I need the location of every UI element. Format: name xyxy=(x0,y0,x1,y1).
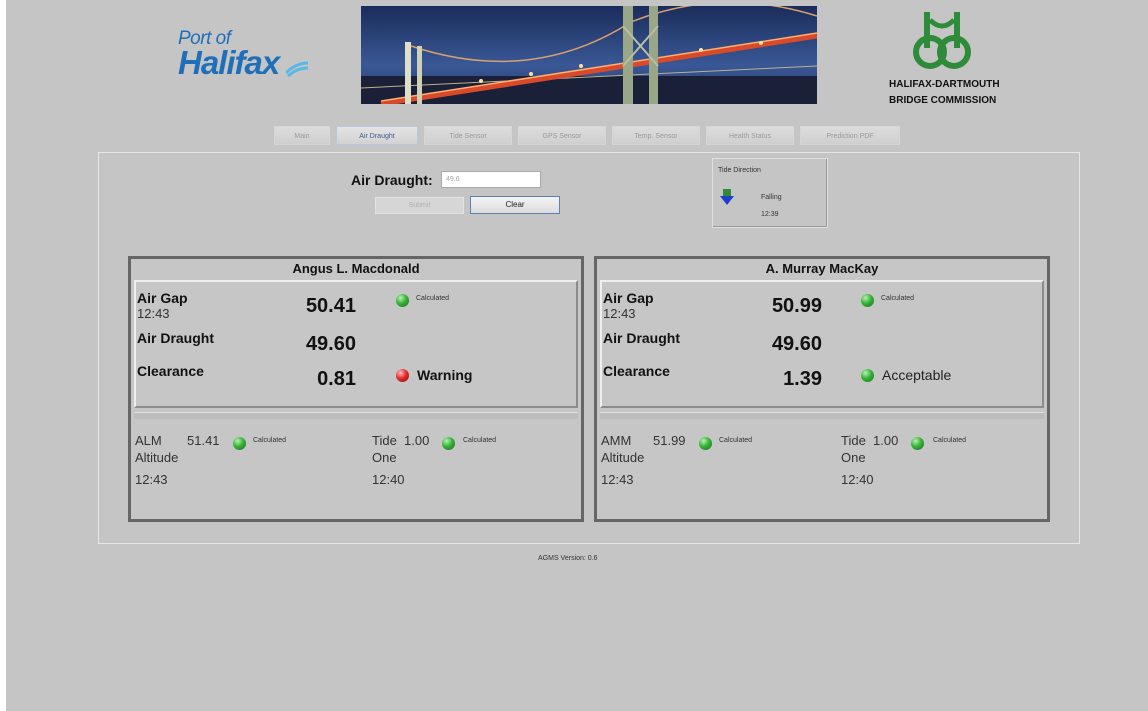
tab-gps-sensor[interactable]: GPS Sensor xyxy=(518,126,606,145)
port-logo-line2: Halifax xyxy=(178,44,280,81)
alt-word: Altitude xyxy=(601,450,645,465)
tab-health-status[interactable]: Health Status xyxy=(706,126,794,145)
tide-word: One xyxy=(372,450,397,465)
clearance-value: 0.81 xyxy=(317,368,356,390)
alt-value: 51.99 xyxy=(653,433,686,448)
clearance-label: Clearance xyxy=(137,363,204,379)
tide-value: 1.00 xyxy=(404,433,430,448)
clearance-status: Acceptable xyxy=(882,367,952,383)
air-gap-value: 50.41 xyxy=(305,295,356,317)
clearance-value: 1.39 xyxy=(783,368,822,390)
tide-word: One xyxy=(841,450,866,465)
tab-main[interactable]: Main xyxy=(274,126,330,145)
air-draught-row-label: Air Draught xyxy=(603,330,680,346)
alt-status: Calculated xyxy=(719,437,753,444)
clearance-status: Warning xyxy=(417,367,473,383)
status-ok-icon xyxy=(861,369,874,382)
tab-tide-sensor[interactable]: Tide Sensor xyxy=(424,126,512,145)
air-gap-time: 12:43 xyxy=(603,306,636,321)
status-ok-icon xyxy=(911,437,924,450)
air-gap-value: 50.99 xyxy=(771,295,822,317)
air-draught-value: 49.60 xyxy=(305,333,356,355)
bridge-panel-mackay: A. Murray MacKay Air Gap 12:43 50.99 Cal… xyxy=(594,256,1050,522)
alt-word: Altitude xyxy=(135,450,179,465)
port-logo-wave-icon xyxy=(286,61,308,77)
bridge-name: A. Murray MacKay xyxy=(765,261,879,276)
air-gap-label: Air Gap xyxy=(603,290,654,306)
tide-time: 12:40 xyxy=(372,472,405,487)
version-text: AGMS Version: 0.6 xyxy=(538,555,598,562)
air-gap-status: Calculated xyxy=(416,295,450,302)
divider xyxy=(134,412,578,419)
tab-temp-sensor[interactable]: Temp. Sensor xyxy=(612,126,700,145)
tab-air-draught[interactable]: Air Draught xyxy=(336,126,418,145)
tide-time: 12:40 xyxy=(841,472,874,487)
tide-direction-state: Falling xyxy=(761,194,782,201)
air-gap-status: Calculated xyxy=(881,295,915,302)
tide-status: Calculated xyxy=(463,437,497,444)
arrow-down-icon xyxy=(720,189,734,205)
clear-button[interactable]: Clear xyxy=(470,196,560,214)
air-gap-time: 12:43 xyxy=(137,306,170,321)
tab-bar: Main Air Draught Tide Sensor GPS Sensor … xyxy=(274,126,900,146)
bridge-name: Angus L. Macdonald xyxy=(292,261,420,276)
tide-label: Tide xyxy=(841,433,866,448)
page: Port of Halifax HALIFAX-DARTMOUTH BRIDGE… xyxy=(6,0,1148,711)
alt-value: 51.41 xyxy=(187,433,220,448)
status-ok-icon xyxy=(233,437,246,450)
port-of-halifax-logo: Port of Halifax xyxy=(178,29,308,81)
tide-direction-box: Tide Direction Falling 12:39 xyxy=(712,158,828,228)
tide-status: Calculated xyxy=(933,437,967,444)
status-ok-icon xyxy=(699,437,712,450)
tide-value: 1.00 xyxy=(873,433,899,448)
air-draught-row-label: Air Draught xyxy=(137,330,214,346)
bridge-panel-macdonald: Angus L. Macdonald Air Gap 12:43 50.41 C… xyxy=(128,256,584,522)
tide-direction-title: Tide Direction xyxy=(718,167,761,174)
status-ok-icon xyxy=(861,294,874,307)
air-draught-value: 49.60 xyxy=(771,333,822,355)
air-draught-input[interactable] xyxy=(441,171,541,188)
tide-direction-time: 12:39 xyxy=(761,211,779,218)
submit-button[interactable]: Submit xyxy=(375,197,464,214)
tide-label: Tide xyxy=(372,433,397,448)
alt-status: Calculated xyxy=(253,437,287,444)
status-ok-icon xyxy=(396,294,409,307)
tab-prediction-pdf[interactable]: Prediction PDF xyxy=(800,126,900,145)
bridge-commission-logo: HALIFAX-DARTMOUTH BRIDGE COMMISSION xyxy=(872,10,1012,107)
divider xyxy=(600,412,1044,419)
commission-line1: HALIFAX-DARTMOUTH xyxy=(889,79,1000,90)
status-warning-icon xyxy=(396,369,409,382)
commission-line2: BRIDGE COMMISSION xyxy=(889,95,997,106)
alt-code: AMM xyxy=(601,433,632,448)
alt-time: 12:43 xyxy=(601,472,634,487)
alt-time: 12:43 xyxy=(135,472,168,487)
air-gap-label: Air Gap xyxy=(137,290,188,306)
commission-emblem-icon xyxy=(913,12,971,69)
clearance-label: Clearance xyxy=(603,363,670,379)
air-draught-label: Air Draught: xyxy=(351,172,433,188)
bridge-banner-image xyxy=(361,6,817,104)
alt-code: ALM xyxy=(135,433,162,448)
status-ok-icon xyxy=(442,437,455,450)
